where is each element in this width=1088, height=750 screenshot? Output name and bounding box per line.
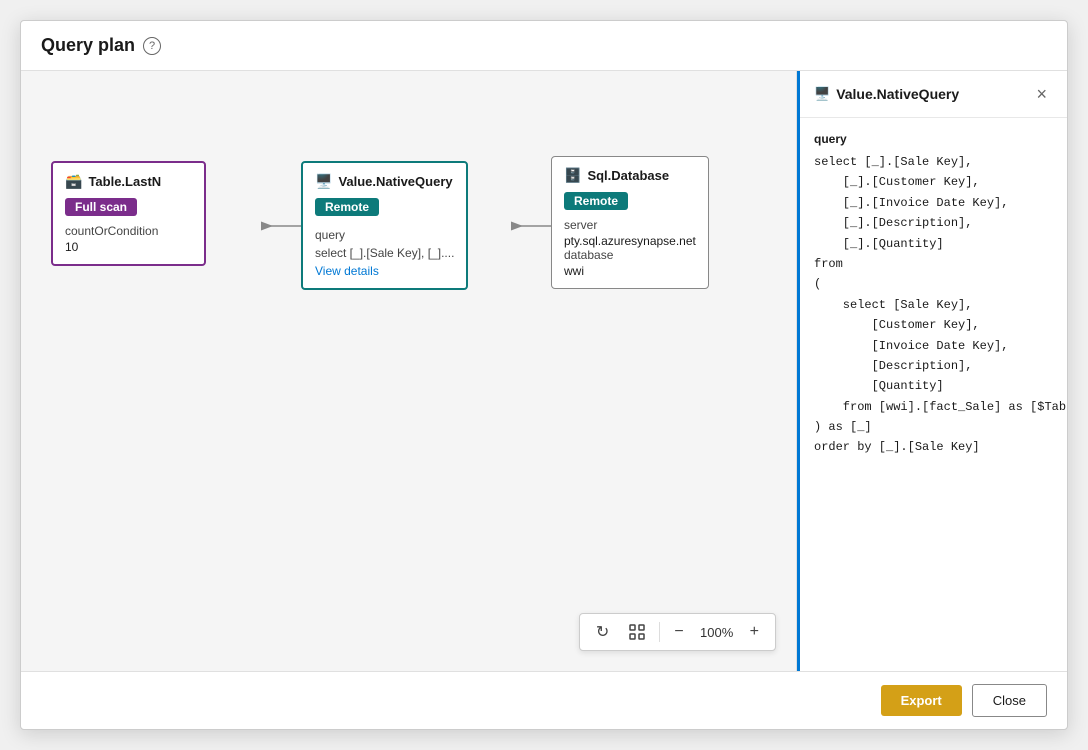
toolbar-divider: [659, 622, 660, 642]
value-icon: 🖥️: [315, 173, 332, 190]
zoom-in-button[interactable]: +: [744, 619, 765, 645]
canvas-area: 🗃️ Table.LastN Full scan countOrConditio…: [21, 71, 797, 671]
export-button[interactable]: Export: [881, 685, 962, 716]
sql-remote-badge: Remote: [564, 192, 628, 210]
panel-title: Value.NativeQuery: [836, 86, 959, 102]
node-table-lastn-field2: 10: [65, 240, 192, 254]
full-scan-badge: Full scan: [65, 198, 137, 216]
node-sql-database: 🗄️ Sql.Database Remote server pty.sql.az…: [551, 156, 709, 289]
panel-close-button[interactable]: ×: [1030, 83, 1053, 105]
node-sql-server-value: pty.sql.azuresynapse.net: [564, 234, 696, 248]
zoom-out-button[interactable]: −: [668, 619, 689, 645]
right-panel: 🖥️ Value.NativeQuery × query select [_].…: [797, 71, 1067, 671]
fit-button[interactable]: [623, 620, 651, 644]
node-sql-db-value: wwi: [564, 264, 696, 278]
panel-section-label: query: [814, 132, 1053, 146]
query-plan-dialog: Query plan ?: [20, 20, 1068, 730]
zoom-level: 100%: [698, 625, 736, 640]
view-details-link[interactable]: View details: [315, 264, 454, 278]
panel-content: query select [_].[Sale Key], [_].[Custom…: [800, 118, 1067, 671]
sql-db-icon: 🗄️: [564, 167, 581, 184]
node-value-query-label: query: [315, 228, 454, 242]
dialog-header: Query plan ?: [21, 21, 1067, 71]
node-table-lastn: 🗃️ Table.LastN Full scan countOrConditio…: [51, 161, 206, 266]
panel-title-row: 🖥️ Value.NativeQuery: [814, 86, 959, 102]
canvas-toolbar: ↻ − 100% +: [579, 613, 776, 651]
node-value-nativequery: 🖥️ Value.NativeQuery Remote query select…: [301, 161, 468, 290]
node-sql-header: 🗄️ Sql.Database: [564, 167, 696, 184]
node-value-header: 🖥️ Value.NativeQuery: [315, 173, 454, 190]
node-table-lastn-header: 🗃️ Table.LastN: [65, 173, 192, 190]
node-table-lastn-field1: countOrCondition: [65, 224, 192, 238]
table-icon: 🗃️: [65, 173, 82, 190]
node-value-query-preview: select [_].[Sale Key], [_]....: [315, 246, 454, 260]
node-sql-db-label: database: [564, 248, 696, 262]
canvas-inner: 🗃️ Table.LastN Full scan countOrConditio…: [21, 71, 796, 671]
value-remote-badge: Remote: [315, 198, 379, 216]
panel-code-block: select [_].[Sale Key], [_].[Customer Key…: [814, 152, 1053, 458]
node-sql-title: Sql.Database: [587, 168, 669, 183]
undo-button[interactable]: ↻: [590, 618, 615, 646]
close-button[interactable]: Close: [972, 684, 1047, 717]
help-icon[interactable]: ?: [143, 37, 161, 55]
node-table-lastn-title: Table.LastN: [88, 174, 161, 189]
dialog-title: Query plan: [41, 35, 135, 56]
node-sql-server-label: server: [564, 218, 696, 232]
dialog-footer: Export Close: [21, 671, 1067, 729]
panel-node-icon: 🖥️: [814, 86, 830, 102]
node-value-title: Value.NativeQuery: [338, 174, 452, 189]
dialog-body: 🗃️ Table.LastN Full scan countOrConditio…: [21, 71, 1067, 671]
panel-header: 🖥️ Value.NativeQuery ×: [800, 71, 1067, 118]
